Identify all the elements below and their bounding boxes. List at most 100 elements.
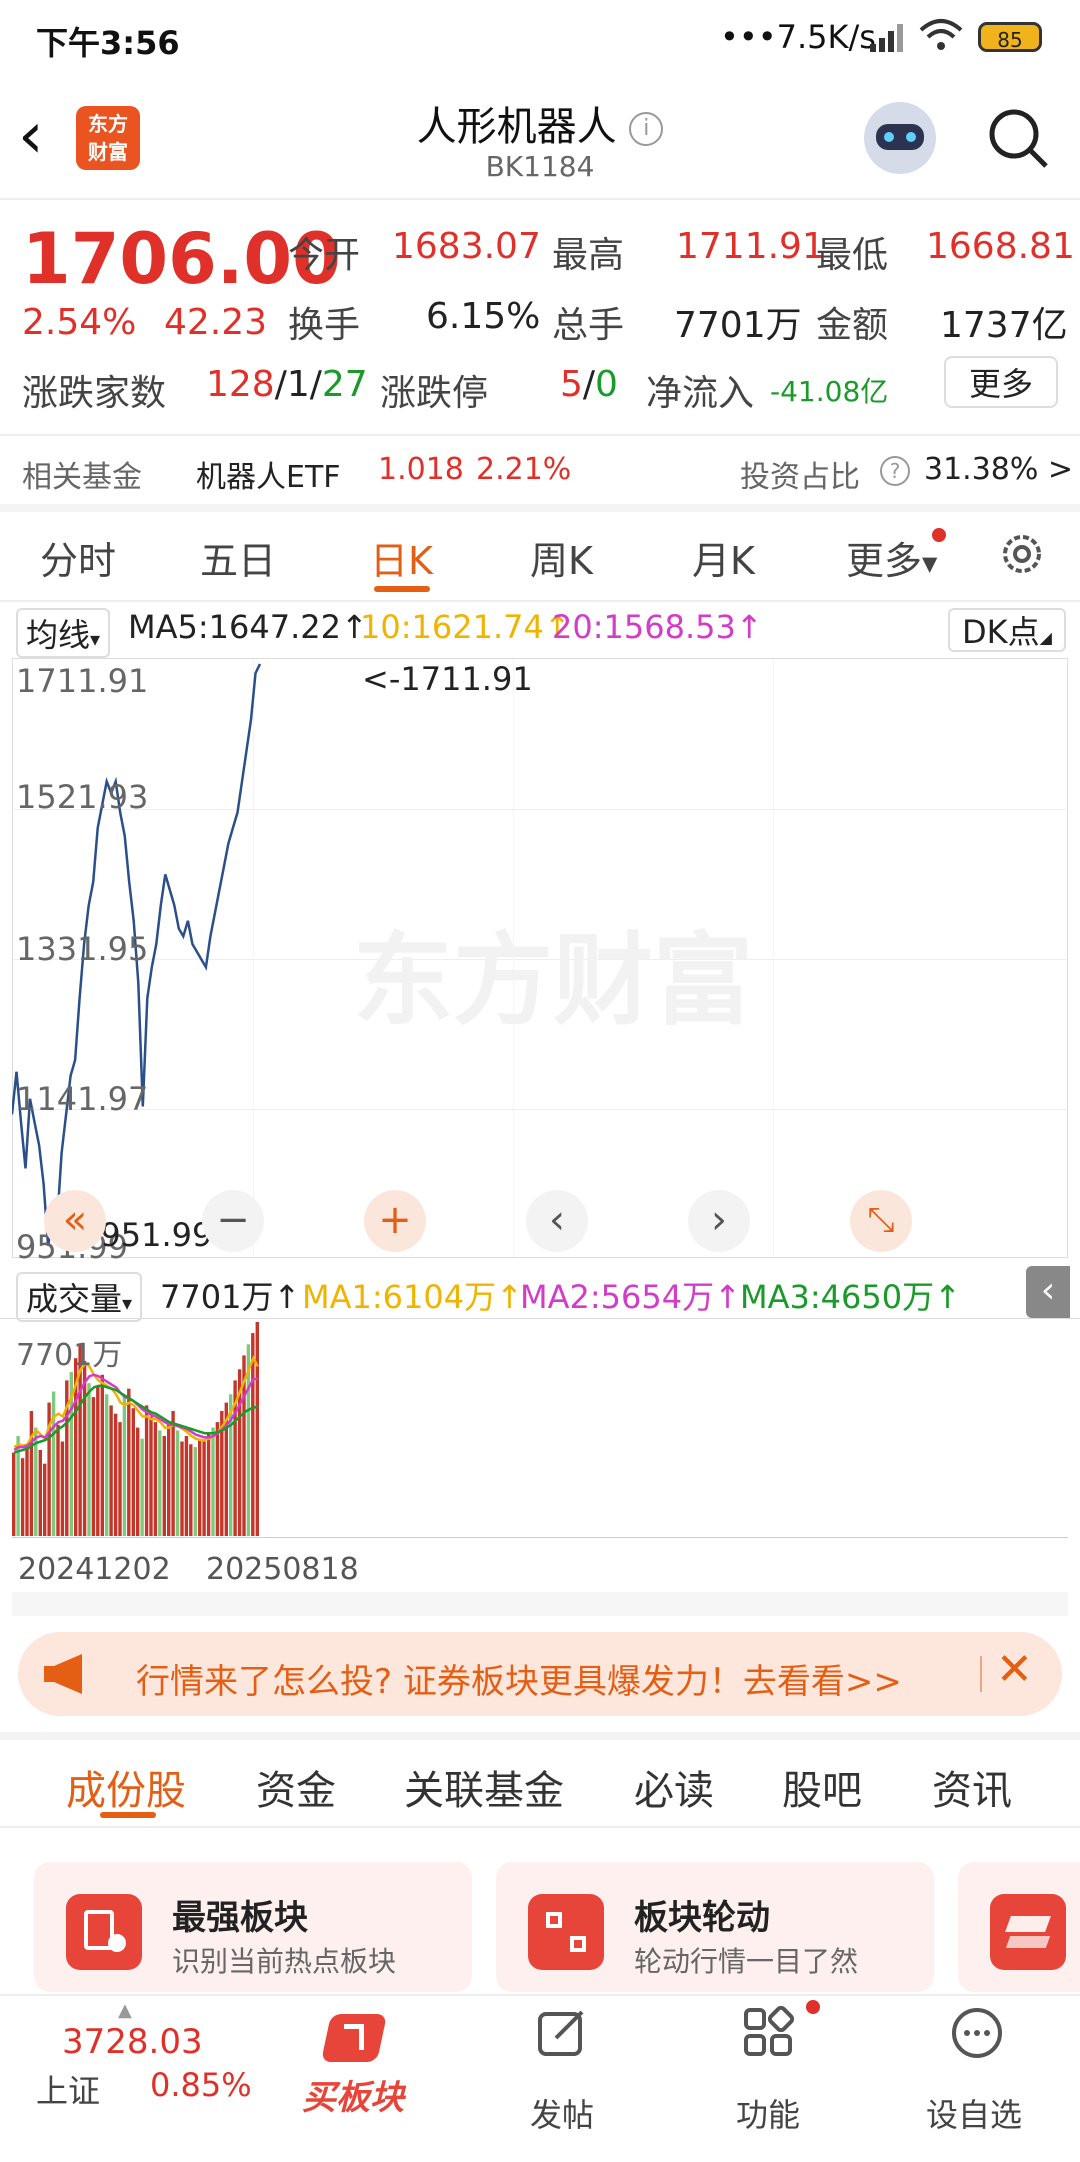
volume-bar: [29, 1411, 34, 1536]
help-icon[interactable]: ?: [880, 456, 910, 486]
index-pct[interactable]: 0.85%: [150, 2066, 252, 2104]
network-speed: •••7.5K/s: [720, 18, 876, 56]
volume-bar: [162, 1436, 166, 1536]
zoom-out-button[interactable]: −: [202, 1190, 264, 1252]
settings-gear-icon[interactable]: [996, 528, 1048, 580]
robot-avatar-icon[interactable]: [864, 102, 936, 174]
change-amount: 42.23: [164, 302, 268, 343]
info-icon[interactable]: i: [629, 112, 664, 146]
inflow-value: -41.08亿: [770, 375, 889, 408]
functions-grid-icon[interactable]: [742, 2006, 794, 2058]
ma20-text: 20:1568.53: [552, 608, 736, 646]
title-text: 人形机器人: [416, 104, 617, 150]
ma-selector[interactable]: 均线▾: [16, 608, 111, 658]
tab-monthly-k[interactable]: 月K: [692, 530, 755, 585]
limit-values: 5/0: [560, 364, 618, 405]
vol-ma2-text: MA2:5654万: [520, 1278, 715, 1316]
fund-pct: 2.21%: [476, 452, 572, 487]
y-tick-2: 1521.93: [16, 778, 149, 816]
volume-bar: [118, 1422, 122, 1536]
search-icon[interactable]: [986, 106, 1050, 170]
card2-sub: 轮动行情一目了然: [634, 1945, 859, 1978]
volume-selector-label: 成交量: [26, 1280, 123, 1318]
tab-constituents[interactable]: 成份股: [66, 1758, 186, 1816]
tab-five-day[interactable]: 五日: [200, 530, 276, 585]
functions-label[interactable]: 功能: [736, 2090, 800, 2136]
change-percent: 2.54%: [22, 302, 137, 343]
buy-sector-label[interactable]: 买板块: [302, 2070, 404, 2119]
tab-intraday[interactable]: 分时: [40, 530, 116, 585]
fund-name[interactable]: 机器人ETF: [196, 452, 341, 496]
amount-value: 1737亿: [940, 305, 1068, 346]
close-banner-icon[interactable]: ✕: [996, 1644, 1033, 1695]
volume-bar: [167, 1424, 171, 1536]
tab-funds-flow[interactable]: 资金: [256, 1758, 336, 1816]
zoom-in-button[interactable]: +: [364, 1190, 426, 1252]
volume-label: 总手: [552, 305, 625, 346]
volume-bar: [12, 1452, 16, 1536]
date-start: 20241202: [18, 1552, 171, 1587]
date-end: 20250818: [206, 1552, 359, 1587]
y-tick-1: 1711.91: [16, 662, 149, 700]
volume-bar: [122, 1397, 127, 1536]
post-edit-icon[interactable]: [536, 2006, 588, 2058]
tab-must-read[interactable]: 必读: [634, 1758, 714, 1816]
collapse-panel-button[interactable]: ‹: [1026, 1266, 1070, 1318]
scroll-left-fast-button[interactable]: «: [44, 1190, 106, 1252]
expand-up-icon[interactable]: ▲: [118, 2000, 132, 2021]
more-dots-icon[interactable]: [950, 2006, 1004, 2060]
tab-related-funds[interactable]: 关联基金: [404, 1758, 564, 1816]
volume-bar: [60, 1441, 65, 1536]
tab-news[interactable]: 资讯: [932, 1758, 1012, 1816]
open-value: 1683.07: [392, 226, 541, 267]
step-right-button[interactable]: ›: [688, 1190, 750, 1252]
volume-bar: [175, 1430, 180, 1536]
max-price-label: <-1711.91: [362, 660, 533, 698]
volume-bar: [180, 1441, 184, 1536]
volume-bar: [184, 1436, 189, 1536]
volume-bar: [38, 1449, 42, 1536]
card1-sub: 识别当前热点板块: [172, 1945, 397, 1978]
card2-title: 板块轮动: [634, 1898, 770, 1938]
buy-sector-icon[interactable]: [318, 2008, 390, 2068]
index-name[interactable]: 上证: [36, 2066, 100, 2112]
layers-icon: [990, 1894, 1066, 1970]
turnover-label: 换手: [288, 305, 361, 346]
limit-up: 5: [560, 364, 583, 405]
volume-selector[interactable]: 成交量▾: [16, 1272, 143, 1322]
more-quote-button[interactable]: 更多: [944, 356, 1058, 408]
y-tick-4: 1141.97: [16, 1080, 149, 1118]
volume-bar: [144, 1405, 149, 1536]
volume-bar: [211, 1427, 215, 1536]
breadth-up: 128: [206, 364, 275, 405]
volume-bar: [136, 1427, 140, 1536]
tab-forum[interactable]: 股吧: [782, 1758, 862, 1816]
tab-more[interactable]: 更多▼: [846, 530, 937, 585]
post-label[interactable]: 发帖: [530, 2090, 594, 2136]
tab-more-label: 更多: [846, 539, 923, 583]
volume-bar: [109, 1405, 113, 1536]
index-value[interactable]: 3728.03: [62, 2022, 203, 2062]
ratio-value[interactable]: 31.38% >: [924, 452, 1073, 487]
volume-bar: [171, 1411, 175, 1536]
function-notification-dot: [806, 2000, 820, 2014]
vol-ma1: MA1:6104万↑: [302, 1278, 523, 1316]
volume-bar: [87, 1383, 91, 1536]
volume-bar: [20, 1458, 25, 1536]
limit-label: 涨跌停: [380, 373, 489, 414]
tab-daily-k[interactable]: 日K: [370, 530, 433, 585]
step-left-button[interactable]: ‹: [526, 1190, 588, 1252]
ma10-text: 10:1621.74: [360, 608, 544, 646]
banner-text[interactable]: 行情来了怎么投? 证券板块更具爆发力！去看看>>: [136, 1654, 902, 1703]
dk-point-button[interactable]: DK点◢: [948, 608, 1066, 652]
tab-weekly-k[interactable]: 周K: [530, 530, 593, 585]
sector-rotation-icon: [528, 1894, 604, 1970]
fullscreen-icon[interactable]: ⤡: [850, 1190, 912, 1252]
volume-bar: [131, 1408, 135, 1536]
card1-title: 最强板块: [172, 1898, 308, 1938]
limit-down: 0: [595, 364, 618, 405]
fund-price: 1.018: [378, 452, 464, 487]
volume-bar: [43, 1463, 47, 1536]
volume-bar: [113, 1413, 118, 1536]
add-watchlist-label[interactable]: 设自选: [926, 2090, 1022, 2136]
